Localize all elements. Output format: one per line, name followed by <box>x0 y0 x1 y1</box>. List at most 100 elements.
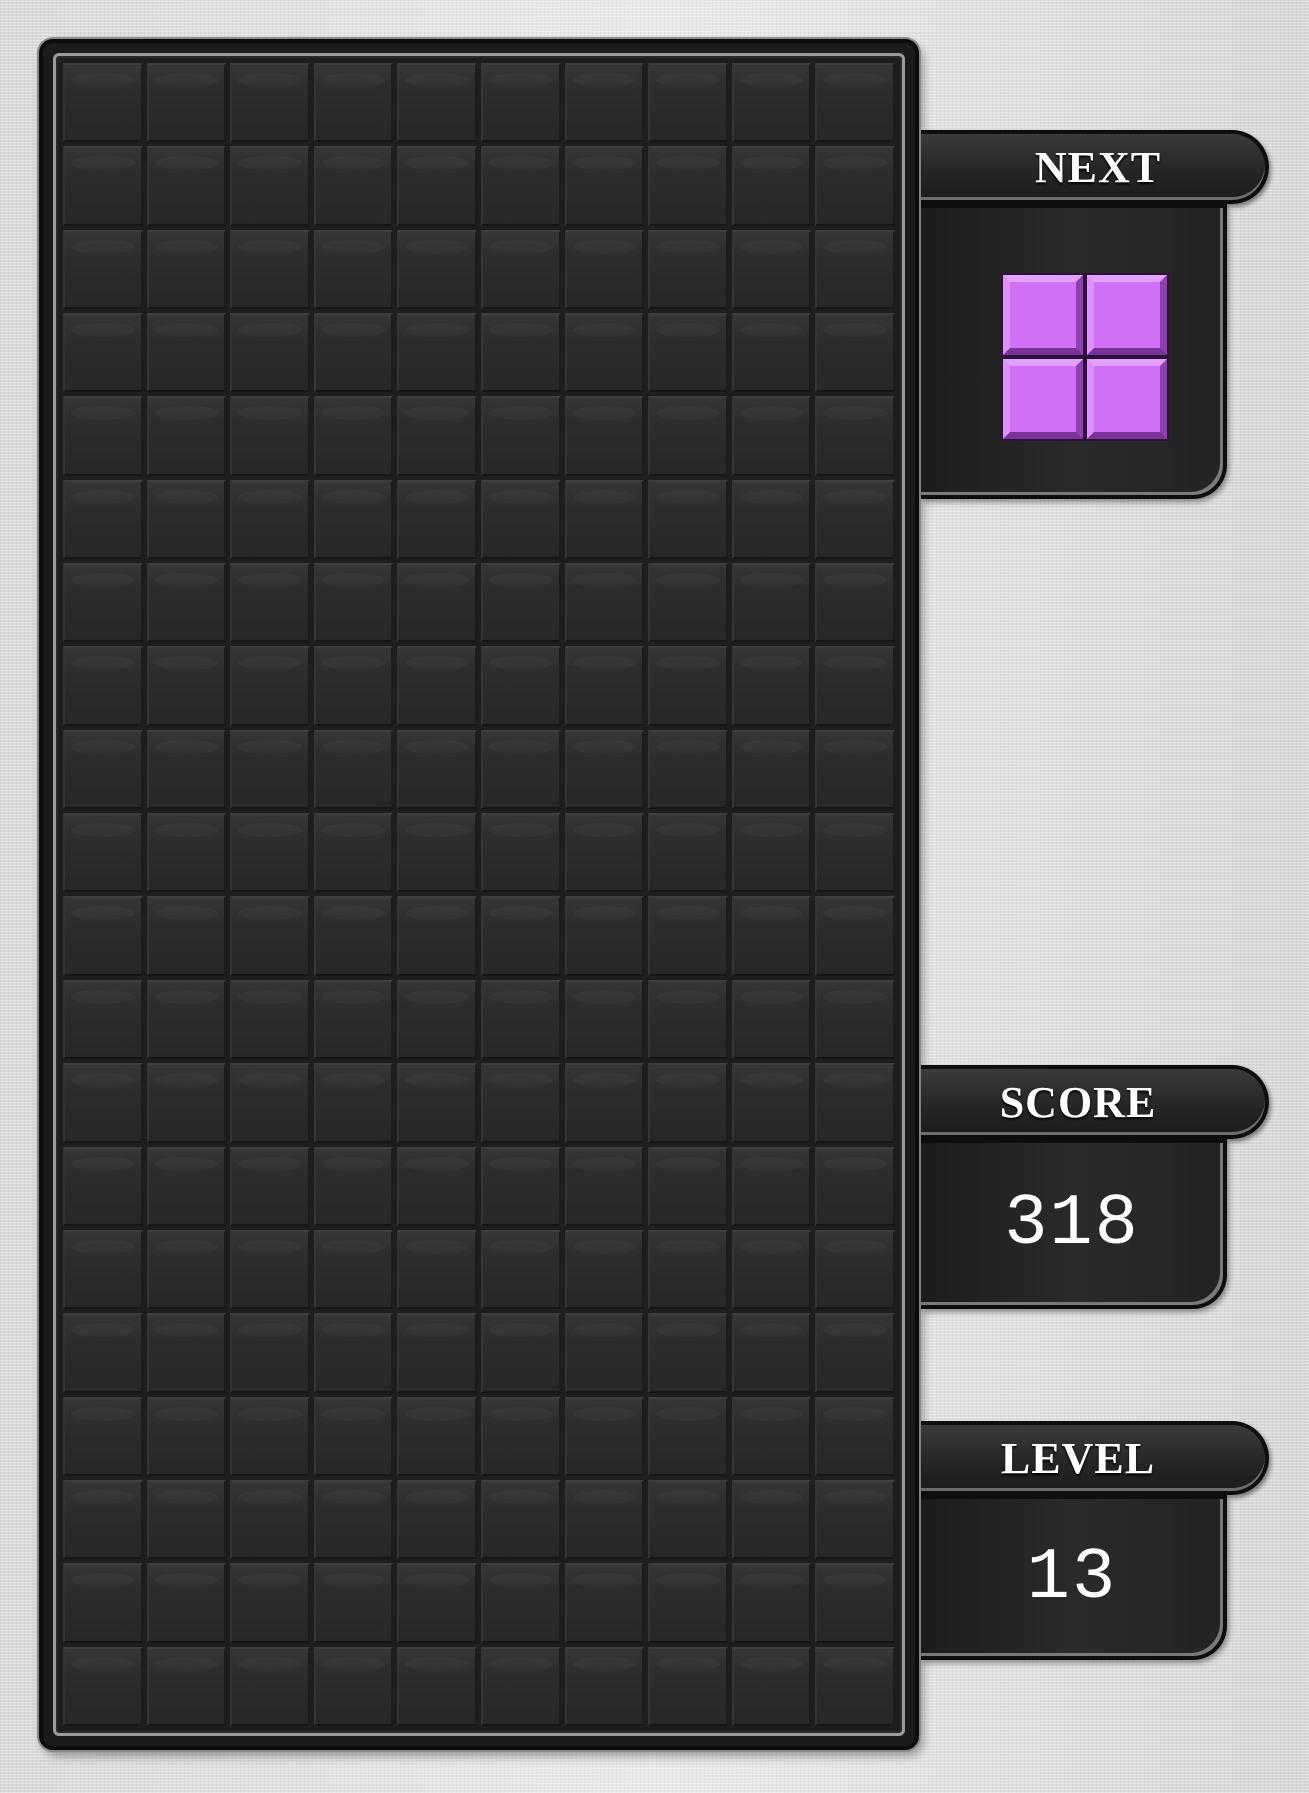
board-cell <box>648 396 728 476</box>
board-cell <box>313 63 394 143</box>
board-cell <box>230 146 310 226</box>
board-cell <box>230 396 310 476</box>
board-cell <box>397 1479 477 1560</box>
score-panel: 318 <box>921 1139 1227 1309</box>
board-cell <box>230 63 310 143</box>
board-cell <box>146 479 227 560</box>
board-cell <box>480 63 561 143</box>
board-cell <box>480 1229 561 1310</box>
board-cell <box>564 1479 645 1560</box>
board-cell <box>815 979 895 1060</box>
board-cell <box>63 1563 143 1643</box>
board-cell <box>313 1063 394 1143</box>
board-cell <box>146 813 227 893</box>
board-cell <box>648 1146 728 1226</box>
board-cell <box>731 229 812 310</box>
board-cell <box>397 1146 477 1226</box>
score-label: SCORE <box>921 1065 1269 1139</box>
board-cell <box>480 1479 561 1560</box>
board-cell <box>648 1229 728 1310</box>
board-cell <box>480 1063 561 1143</box>
board-cell <box>63 1646 143 1726</box>
board-cell <box>815 229 895 310</box>
board-cell <box>564 979 645 1060</box>
board-cell <box>731 1646 812 1726</box>
board-cell <box>313 813 394 893</box>
board-cell <box>648 1396 728 1476</box>
board-cell <box>146 1146 227 1226</box>
board-cell <box>313 1229 394 1310</box>
game-board <box>39 39 919 1750</box>
board-cell <box>397 479 477 560</box>
board-cell <box>731 313 812 393</box>
board-cell <box>731 146 812 226</box>
score-value: 318 <box>1004 1183 1140 1265</box>
board-cell <box>480 729 561 810</box>
board-cell <box>397 229 477 310</box>
board-cell <box>564 1146 645 1226</box>
board-cell <box>564 1063 645 1143</box>
board-cell <box>815 313 895 393</box>
board-cell <box>731 646 812 726</box>
board-cell <box>146 646 227 726</box>
board-cell <box>480 1563 561 1643</box>
board-cell <box>480 313 561 393</box>
board-cell <box>230 813 310 893</box>
board-cell <box>313 896 394 976</box>
board-cell <box>313 146 394 226</box>
board-cell <box>146 1646 227 1726</box>
board-cell <box>731 479 812 560</box>
board-cell <box>230 646 310 726</box>
board-cell <box>648 896 728 976</box>
board-cell <box>397 1396 477 1476</box>
board-cell <box>564 1396 645 1476</box>
board-cell <box>815 813 895 893</box>
board-cell <box>146 63 227 143</box>
board-cell <box>731 1563 812 1643</box>
board-cell <box>564 1229 645 1310</box>
level-value: 13 <box>1026 1536 1118 1619</box>
board-cell <box>815 1563 895 1643</box>
board-cell <box>146 146 227 226</box>
board-cell <box>146 1396 227 1476</box>
board-cell <box>564 1646 645 1726</box>
board-cell <box>313 1479 394 1560</box>
board-cell <box>397 563 477 643</box>
next-piece-block <box>1003 359 1083 439</box>
board-cell <box>230 979 310 1060</box>
board-cell <box>815 563 895 643</box>
board-cell <box>648 729 728 810</box>
next-piece-block <box>1003 275 1083 355</box>
board-cell <box>480 563 561 643</box>
board-cell <box>731 729 812 810</box>
board-cell <box>146 729 227 810</box>
board-cell <box>564 63 645 143</box>
board-cell <box>230 1563 310 1643</box>
board-cell <box>731 1396 812 1476</box>
board-cell <box>731 563 812 643</box>
board-cell <box>731 396 812 476</box>
board-cell <box>815 63 895 143</box>
board-cell <box>146 1063 227 1143</box>
board-cell <box>230 313 310 393</box>
board-cell <box>397 1229 477 1310</box>
board-cell <box>63 813 143 893</box>
board-cell <box>63 1313 143 1393</box>
next-piece-preview <box>1003 275 1167 439</box>
board-cell <box>63 646 143 726</box>
board-cell <box>731 813 812 893</box>
board-cell <box>397 979 477 1060</box>
board-cell <box>815 1479 895 1560</box>
board-cell <box>480 396 561 476</box>
board-cell <box>564 813 645 893</box>
board-cell <box>564 1313 645 1393</box>
board-cell <box>648 146 728 226</box>
board-cell <box>63 396 143 476</box>
board-cell <box>648 1063 728 1143</box>
board-cell <box>397 63 477 143</box>
board-cell <box>564 313 645 393</box>
board-cell <box>648 1479 728 1560</box>
board-cell <box>63 896 143 976</box>
board-cell <box>146 313 227 393</box>
board-cell <box>564 729 645 810</box>
